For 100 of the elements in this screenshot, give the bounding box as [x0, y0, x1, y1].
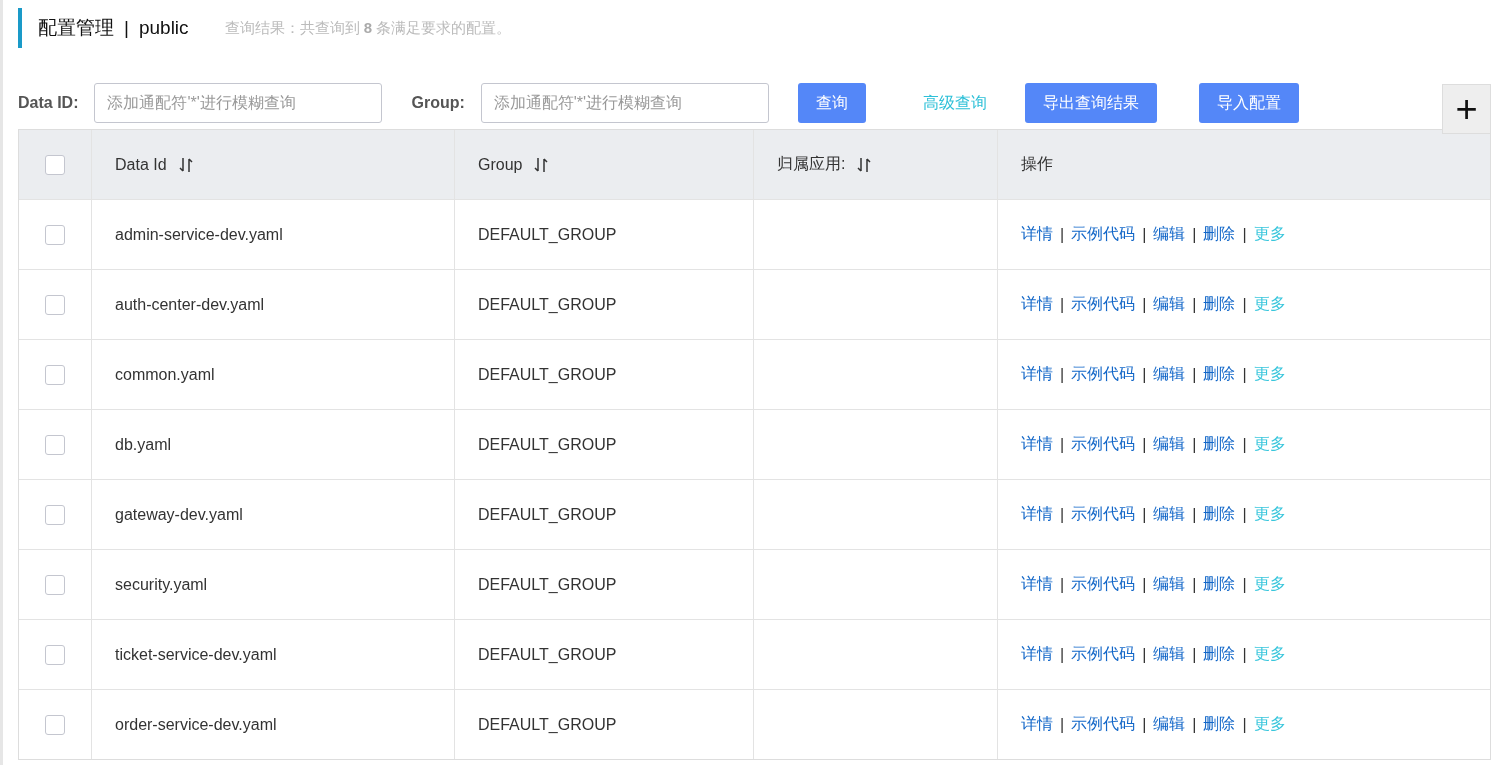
action-link[interactable]: 示例代码 — [1071, 574, 1136, 595]
link-separator: | — [1242, 575, 1247, 594]
table-cell: security.yaml — [115, 575, 208, 594]
table-cell: DEFAULT_GROUP — [478, 435, 617, 454]
action-link[interactable]: 示例代码 — [1071, 434, 1136, 455]
sort-icon[interactable] — [178, 156, 193, 173]
action-link[interactable]: 示例代码 — [1071, 224, 1136, 245]
link-separator: | — [1142, 505, 1147, 524]
filter-label: Data ID: — [18, 94, 79, 112]
action-link[interactable]: 删除 — [1203, 434, 1236, 455]
column-header: Group — [454, 130, 753, 199]
link-separator: | — [1060, 225, 1065, 244]
action-link[interactable]: 详情 — [1021, 364, 1053, 385]
link-separator: | — [1242, 365, 1247, 384]
link-separator: | — [1060, 645, 1065, 664]
table-cell: DEFAULT_GROUP — [478, 225, 617, 244]
namespace-name: public — [138, 17, 189, 39]
action-link[interactable]: 编辑 — [1153, 574, 1186, 595]
add-button[interactable]: + — [1442, 84, 1491, 134]
table-cell: db.yaml — [115, 435, 172, 454]
action-link[interactable]: 删除 — [1203, 644, 1236, 665]
action-link[interactable]: 删除 — [1203, 504, 1236, 525]
link-separator: | — [1060, 505, 1065, 524]
action-link[interactable]: 删除 — [1203, 224, 1236, 245]
action-link[interactable]: 示例代码 — [1071, 714, 1136, 735]
action-link[interactable]: 详情 — [1021, 294, 1053, 315]
link-separator: | — [1060, 365, 1065, 384]
checkbox[interactable] — [45, 504, 65, 525]
action-link[interactable]: 示例代码 — [1071, 504, 1136, 525]
checkbox[interactable] — [45, 154, 65, 175]
link-separator: | — [1142, 295, 1147, 314]
accent-bar — [18, 8, 22, 48]
action-link[interactable]: 编辑 — [1153, 504, 1186, 525]
checkbox[interactable] — [45, 224, 65, 245]
action-link[interactable]: 编辑 — [1153, 364, 1186, 385]
table-cell: DEFAULT_GROUP — [478, 645, 617, 664]
link-separator: | — [1242, 715, 1247, 734]
search-field[interactable]: 添加通配符'*'进行模糊查询 — [94, 83, 383, 123]
action-button[interactable]: 查询 — [797, 83, 866, 123]
checkbox[interactable] — [45, 644, 65, 665]
action-link[interactable]: 详情 — [1021, 644, 1053, 665]
search-field[interactable]: 添加通配符'*'进行模糊查询 — [480, 83, 769, 123]
column-header: 操作 — [997, 130, 1490, 199]
link-separator: | — [1142, 715, 1147, 734]
table-cell: order-service-dev.yaml — [115, 715, 277, 734]
action-link[interactable]: 详情 — [1021, 504, 1053, 525]
link-separator: | — [1192, 435, 1197, 454]
link-separator: | — [1142, 645, 1147, 664]
result-summary: 查询结果：共查询到 8 条满足要求的配置。 — [224, 18, 512, 38]
link-separator: | — [1060, 575, 1065, 594]
action-link[interactable]: 删除 — [1203, 574, 1236, 595]
link-separator: | — [1192, 225, 1197, 244]
action-link[interactable]: 详情 — [1021, 574, 1053, 595]
table-cell: DEFAULT_GROUP — [478, 575, 617, 594]
column-header: 归属应用: — [753, 130, 997, 199]
action-link[interactable]: 详情 — [1021, 224, 1053, 245]
link-separator: | — [1242, 295, 1247, 314]
link-separator: | — [1142, 575, 1147, 594]
action-link[interactable]: 删除 — [1203, 294, 1236, 315]
action-link[interactable]: 编辑 — [1153, 434, 1186, 455]
action-link[interactable]: 详情 — [1021, 434, 1053, 455]
link-separator: | — [1242, 505, 1247, 524]
checkbox[interactable] — [45, 294, 65, 315]
checkbox[interactable] — [45, 434, 65, 455]
table-cell: DEFAULT_GROUP — [478, 715, 617, 734]
filter-label: Group: — [411, 94, 465, 112]
link-separator: | — [1242, 225, 1247, 244]
action-link[interactable]: 编辑 — [1153, 294, 1186, 315]
sort-icon[interactable] — [857, 156, 872, 173]
link-separator: | — [1060, 295, 1065, 314]
action-button[interactable]: 导出查询结果 — [1024, 83, 1157, 123]
link-separator: | — [1192, 365, 1197, 384]
page-title: 配置管理 — [38, 16, 114, 40]
link-separator: | — [1192, 715, 1197, 734]
action-link[interactable]: 示例代码 — [1071, 294, 1136, 315]
link-separator: | — [1060, 715, 1065, 734]
action-link[interactable]: 编辑 — [1153, 224, 1186, 245]
link-separator: | — [1242, 645, 1247, 664]
sort-icon[interactable] — [534, 156, 549, 173]
action-link[interactable]: 示例代码 — [1071, 644, 1136, 665]
action-link[interactable]: 编辑 — [1153, 714, 1186, 735]
action-link[interactable]: 示例代码 — [1071, 364, 1136, 385]
link-separator: | — [1060, 435, 1065, 454]
title-separator: | — [124, 17, 129, 39]
checkbox[interactable] — [45, 574, 65, 595]
table-cell: DEFAULT_GROUP — [478, 365, 617, 384]
table-cell: auth-center-dev.yaml — [115, 295, 265, 314]
link-separator: | — [1142, 365, 1147, 384]
table-cell: admin-service-dev.yaml — [115, 225, 283, 244]
action-link[interactable]: 详情 — [1021, 714, 1053, 735]
link-separator: | — [1192, 505, 1197, 524]
table-cell: DEFAULT_GROUP — [478, 295, 617, 314]
checkbox[interactable] — [45, 364, 65, 385]
action-link[interactable]: 删除 — [1203, 714, 1236, 735]
action-link[interactable]: 删除 — [1203, 364, 1236, 385]
checkbox[interactable] — [45, 714, 65, 735]
link-separator: | — [1242, 435, 1247, 454]
action-link[interactable]: 编辑 — [1153, 644, 1186, 665]
action-button[interactable]: 导入配置 — [1198, 83, 1299, 123]
column-header: Data Id — [91, 130, 454, 199]
